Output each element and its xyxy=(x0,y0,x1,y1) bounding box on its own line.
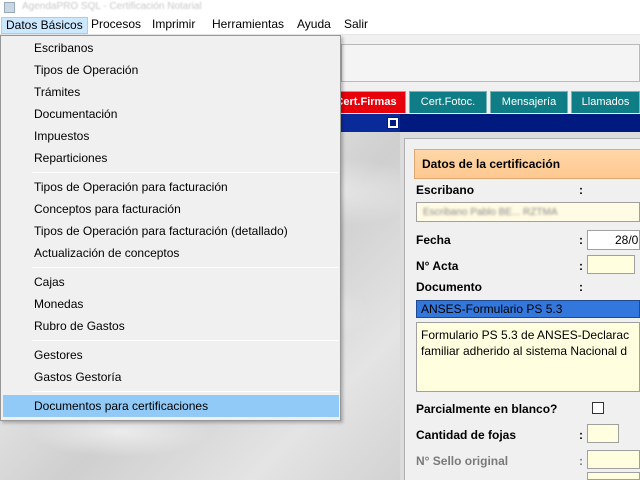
menu-item-documentacion[interactable]: Documentación xyxy=(3,103,339,125)
menu-item-actualizacion-conceptos[interactable]: Actualización de conceptos xyxy=(3,242,339,264)
nro-acta-colon: : xyxy=(579,259,583,273)
menu-item-gestores[interactable]: Gestores xyxy=(3,344,339,366)
escribano-label: Escribano xyxy=(416,183,475,197)
datos-basicos-dropdown: Escribanos Tipos de Operación Trámites D… xyxy=(0,35,341,421)
tab-mensajeria[interactable]: Mensajería xyxy=(490,91,568,113)
sello-original-colon: : xyxy=(579,454,583,468)
menu-item-conceptos-facturacion[interactable]: Conceptos para facturación xyxy=(3,198,339,220)
menu-item-tramites[interactable]: Trámites xyxy=(3,81,339,103)
documento-select[interactable]: ANSES-Formulario PS 5.3 xyxy=(416,300,640,318)
menu-item-tipos-operacion[interactable]: Tipos de Operación xyxy=(3,59,339,81)
minimize-panel-icon[interactable] xyxy=(387,117,399,129)
cantidad-fojas-label: Cantidad de fojas xyxy=(416,428,517,442)
menu-item-rubro-gastos[interactable]: Rubro de Gastos xyxy=(3,315,339,337)
form-header-title: Datos de la certificación xyxy=(422,157,561,171)
toolbar-panel xyxy=(341,44,640,82)
tab-llamados[interactable]: Llamados xyxy=(571,91,640,113)
menu-item-impuestos[interactable]: Impuestos xyxy=(3,125,339,147)
menu-item-tipos-operacion-detallado[interactable]: Tipos de Operación para facturación (det… xyxy=(3,220,339,242)
documento-description[interactable]: Formulario PS 5.3 de ANSES-Declarac fami… xyxy=(416,322,640,392)
menu-procesos[interactable]: Procesos xyxy=(87,17,145,34)
menu-separator xyxy=(32,267,338,268)
title-bar: AgendaPRO SQL - Certificación Notarial xyxy=(0,0,640,15)
sello-original-field[interactable] xyxy=(587,450,640,469)
escribano-colon: : xyxy=(579,183,583,197)
fecha-label: Fecha xyxy=(416,233,451,247)
sello-original-label: N° Sello original xyxy=(416,454,509,468)
menu-salir[interactable]: Salir xyxy=(340,17,372,34)
parcial-label: Parcialmente en blanco? xyxy=(416,402,558,416)
menu-imprimir[interactable]: Imprimir xyxy=(148,17,199,34)
extra-field[interactable] xyxy=(587,472,640,480)
cantidad-fojas-colon: : xyxy=(579,428,583,442)
app-icon xyxy=(4,2,15,13)
menu-item-cajas[interactable]: Cajas xyxy=(3,271,339,293)
menu-item-tipos-operacion-facturacion[interactable]: Tipos de Operación para facturación xyxy=(3,176,339,198)
menu-separator xyxy=(32,391,338,392)
menu-item-documentos-certificaciones[interactable]: Documentos para certificaciones xyxy=(3,395,339,417)
documento-colon: : xyxy=(579,280,583,294)
menu-item-escribanos[interactable]: Escribanos xyxy=(3,37,339,59)
menu-herramientas[interactable]: Herramientas xyxy=(208,17,288,34)
parcial-checkbox[interactable] xyxy=(592,402,604,414)
menu-item-gastos-gestoria[interactable]: Gastos Gestoría xyxy=(3,366,339,388)
form-header: Datos de la certificación xyxy=(414,149,640,179)
menu-bar: Datos Básicos Procesos Imprimir Herramie… xyxy=(0,15,640,35)
fecha-colon: : xyxy=(579,233,583,247)
menu-separator xyxy=(32,340,338,341)
cantidad-fojas-field[interactable] xyxy=(587,424,619,443)
menu-item-reparticiones[interactable]: Reparticiones xyxy=(3,147,339,169)
menu-item-monedas[interactable]: Monedas xyxy=(3,293,339,315)
menu-datos-basicos[interactable]: Datos Básicos xyxy=(1,17,88,34)
nro-acta-field[interactable] xyxy=(587,255,635,274)
escribano-field[interactable]: Escribano Pablo BE... RZTMA xyxy=(416,202,640,222)
menu-ayuda[interactable]: Ayuda xyxy=(293,17,335,34)
escribano-value: Escribano Pablo BE... RZTMA xyxy=(423,207,558,218)
window-title: AgendaPRO SQL - Certificación Notarial xyxy=(22,1,202,12)
nro-acta-label: N° Acta xyxy=(416,259,459,273)
fecha-field[interactable]: 28/02/2 xyxy=(587,230,640,250)
documento-label: Documento xyxy=(416,280,482,294)
menu-separator xyxy=(32,172,338,173)
tab-cert-fotoc[interactable]: Cert.Fotoc. xyxy=(409,91,487,113)
